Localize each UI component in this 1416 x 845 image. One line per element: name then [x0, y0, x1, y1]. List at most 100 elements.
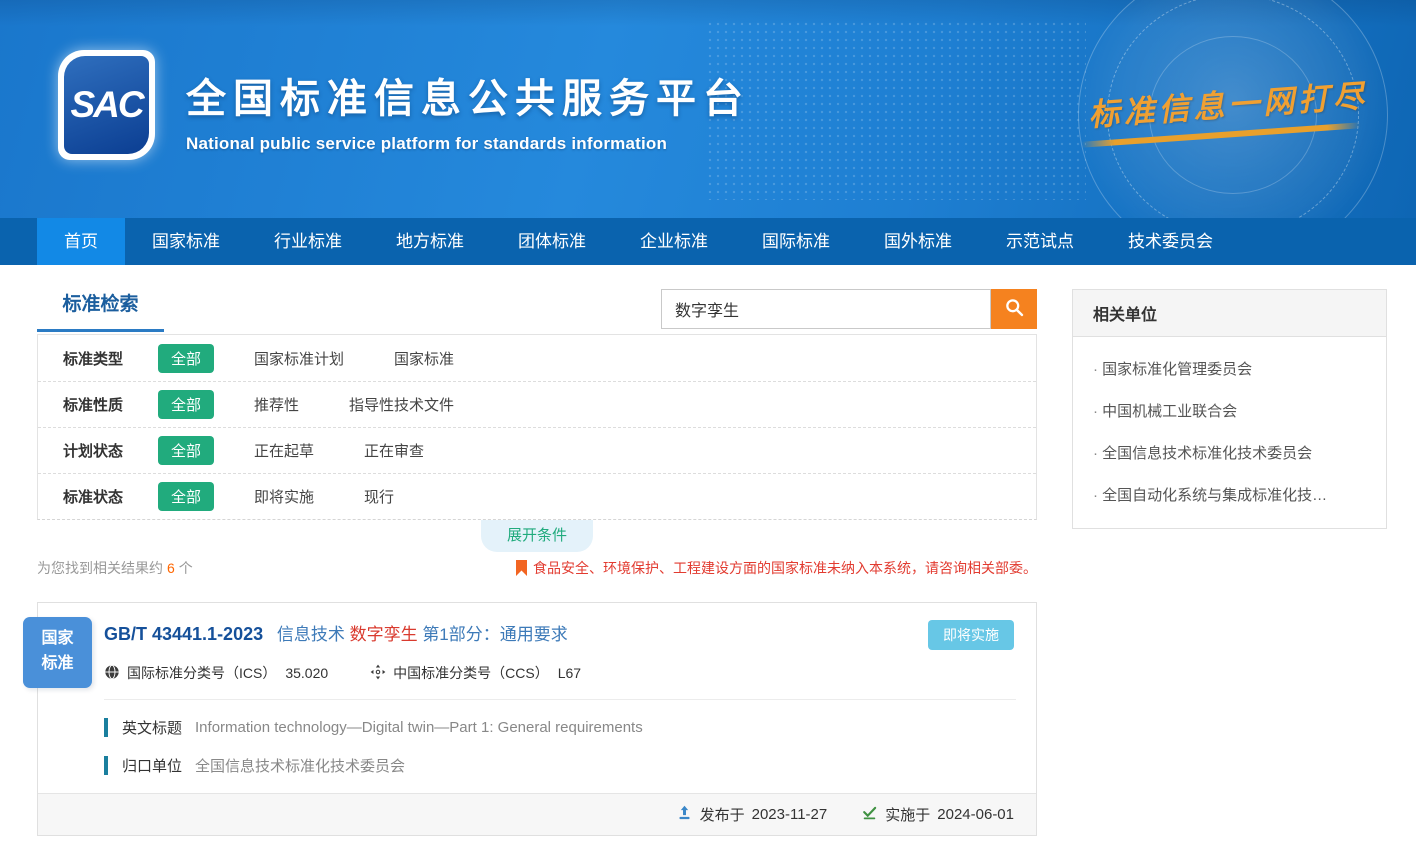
sac-logo-inner: SAC	[64, 56, 149, 154]
implement-label: 实施于	[885, 804, 930, 825]
filter-option[interactable]: 指导性技术文件	[349, 394, 454, 415]
sidebar-item-automation-systems-committee[interactable]: 全国自动化系统与集成标准化技…	[1073, 463, 1386, 528]
publish-label: 发布于	[700, 804, 745, 825]
bookmark-icon	[516, 560, 527, 576]
dept-row: 归口单位 全国信息技术标准化技术委员会	[104, 755, 1016, 776]
card-meta-row: 国际标准分类号（ICS） 35.020 中国标准分类号（CCS） L67	[104, 663, 1016, 700]
search-icon	[1004, 297, 1025, 321]
nav-item-local-standards[interactable]: 地方标准	[369, 218, 491, 265]
related-units-panel: 相关单位 国家标准化管理委员会 中国机械工业联合会 全国信息技术标准化技术委员会…	[1072, 289, 1387, 529]
left-column: 标准检索 标准类型 全部 国家标准计划 国家标准	[37, 289, 1037, 836]
results-count-number: 6	[167, 560, 175, 576]
site-title-block: 全国标准信息公共服务平台 National public service pla…	[186, 66, 750, 154]
filter-option[interactable]: 国家标准	[394, 348, 454, 369]
nav-item-industry-standards[interactable]: 行业标准	[247, 218, 369, 265]
right-column: 相关单位 国家标准化管理委员会 中国机械工业联合会 全国信息技术标准化技术委员会…	[1072, 289, 1387, 836]
implement-date-item: 实施于 2024-06-01	[861, 804, 1014, 825]
filter-all-badge[interactable]: 全部	[158, 482, 214, 511]
filter-label: 计划状态	[63, 440, 158, 461]
filter-all-badge[interactable]: 全部	[158, 436, 214, 465]
sac-logo-text: SAC	[70, 84, 142, 126]
publish-date-item: 发布于 2023-11-27	[676, 804, 828, 825]
filter-all-badge[interactable]: 全部	[158, 390, 214, 419]
filter-option[interactable]: 现行	[364, 486, 394, 507]
teal-bar	[104, 718, 108, 737]
site-header: SAC 全国标准信息公共服务平台 National public service…	[0, 0, 1416, 218]
card-footer: 发布于 2023-11-27 实施于 2024-06-01	[38, 793, 1036, 835]
filter-option[interactable]: 推荐性	[254, 394, 299, 415]
ccs-label: 中国标准分类号（CCS）	[393, 663, 549, 683]
nav-item-home[interactable]: 首页	[37, 218, 125, 265]
search-button[interactable]	[991, 289, 1037, 329]
sidebar-item-it-standardization-committee[interactable]: 全国信息技术标准化技术委员会	[1073, 421, 1386, 463]
filter-row-standard-type: 标准类型 全部 国家标准计划 国家标准	[38, 335, 1036, 381]
implement-date: 2024-06-01	[937, 806, 1014, 823]
standard-title-highlight: 数字孪生	[350, 625, 418, 644]
standard-title-prefix: 信息技术	[277, 625, 345, 644]
type-badge-line2: 标准	[23, 652, 92, 677]
filter-box: 标准类型 全部 国家标准计划 国家标准 标准性质 全部 推荐性 指导性技术文件 …	[37, 334, 1037, 520]
section-title-standard-search: 标准检索	[37, 289, 164, 332]
nav-item-foreign-standards[interactable]: 国外标准	[857, 218, 979, 265]
site-title: 全国标准信息公共服务平台	[186, 66, 750, 124]
dept-label: 归口单位	[122, 755, 182, 776]
status-badge: 即将实施	[928, 620, 1014, 650]
filter-label: 标准状态	[63, 486, 158, 507]
ics-label: 国际标准分类号（ICS）	[127, 663, 276, 683]
implement-check-icon	[861, 804, 878, 825]
globe-icon	[104, 664, 127, 683]
nav-item-enterprise-standards[interactable]: 企业标准	[613, 218, 735, 265]
card-body: GB/T 43441.1-2023 信息技术 数字孪生 第1部分：通用要求 即将…	[38, 603, 1036, 776]
sidebar-item-sac[interactable]: 国家标准化管理委员会	[1073, 337, 1386, 379]
world-map-pattern	[706, 20, 1086, 200]
nav-item-technical-committee[interactable]: 技术委员会	[1101, 218, 1240, 265]
related-units-title: 相关单位	[1073, 290, 1386, 337]
filter-label: 标准类型	[63, 348, 158, 369]
standard-type-badge: 国家 标准	[23, 617, 92, 688]
ics-meta: 国际标准分类号（ICS） 35.020	[104, 663, 328, 683]
ccs-meta: 中国标准分类号（CCS） L67	[370, 663, 581, 683]
nav-item-national-standards[interactable]: 国家标准	[125, 218, 247, 265]
filter-option[interactable]: 正在审查	[364, 440, 424, 461]
expand-conditions-button[interactable]: 展开条件	[481, 520, 593, 552]
sac-logo[interactable]: SAC	[58, 50, 155, 160]
search-group	[661, 289, 1037, 329]
compass-icon	[370, 664, 393, 683]
standard-result-card: 国家 标准 GB/T 43441.1-2023 信息技术 数字孪生 第1部分：通…	[37, 602, 1037, 836]
filter-all-badge[interactable]: 全部	[158, 344, 214, 373]
filter-row-standard-status: 标准状态 全部 即将实施 现行	[38, 473, 1036, 519]
filter-option[interactable]: 国家标准计划	[254, 348, 344, 369]
dept-value: 全国信息技术标准化技术委员会	[195, 755, 405, 776]
expand-wrap: 展开条件	[37, 520, 1037, 552]
search-input[interactable]	[661, 289, 991, 329]
results-count-prefix: 为您找到相关结果约	[37, 560, 163, 576]
filter-label: 标准性质	[63, 394, 158, 415]
site-subtitle: National public service platform for sta…	[186, 134, 750, 154]
standard-code: GB/T 43441.1-2023	[104, 624, 263, 644]
teal-bar	[104, 756, 108, 775]
results-count: 为您找到相关结果约6个	[37, 558, 193, 578]
nav-item-international-standards[interactable]: 国际标准	[735, 218, 857, 265]
type-badge-line1: 国家	[23, 627, 92, 652]
english-title-value: Information technology—Digital twin—Part…	[195, 719, 643, 736]
english-title-row: 英文标题 Information technology—Digital twin…	[104, 717, 1016, 738]
publish-icon	[676, 804, 693, 825]
nav-item-pilot[interactable]: 示范试点	[979, 218, 1101, 265]
system-notice: 食品安全、环境保护、工程建设方面的国家标准未纳入本系统，请咨询相关部委。	[516, 558, 1037, 578]
ccs-value: L67	[558, 665, 581, 681]
publish-date: 2023-11-27	[752, 806, 828, 823]
notice-text: 食品安全、环境保护、工程建设方面的国家标准未纳入本系统，请咨询相关部委。	[533, 558, 1037, 578]
standard-title-link[interactable]: GB/T 43441.1-2023 信息技术 数字孪生 第1部分：通用要求	[104, 620, 568, 645]
filter-option[interactable]: 即将实施	[254, 486, 314, 507]
filter-row-standard-nature: 标准性质 全部 推荐性 指导性技术文件	[38, 381, 1036, 427]
filter-option[interactable]: 正在起草	[254, 440, 314, 461]
english-title-label: 英文标题	[122, 717, 182, 738]
standard-title-suffix: 第1部分：通用要求	[422, 625, 567, 644]
ics-value: 35.020	[285, 665, 328, 681]
sidebar-item-machinery-federation[interactable]: 中国机械工业联合会	[1073, 379, 1386, 421]
nav-item-group-standards[interactable]: 团体标准	[491, 218, 613, 265]
results-info-row: 为您找到相关结果约6个 食品安全、环境保护、工程建设方面的国家标准未纳入本系统，…	[37, 558, 1037, 578]
card-title-row: GB/T 43441.1-2023 信息技术 数字孪生 第1部分：通用要求 即将…	[104, 620, 1016, 650]
search-section-row: 标准检索	[37, 289, 1037, 332]
main-nav: 首页 国家标准 行业标准 地方标准 团体标准 企业标准 国际标准 国外标准 示范…	[0, 218, 1416, 265]
